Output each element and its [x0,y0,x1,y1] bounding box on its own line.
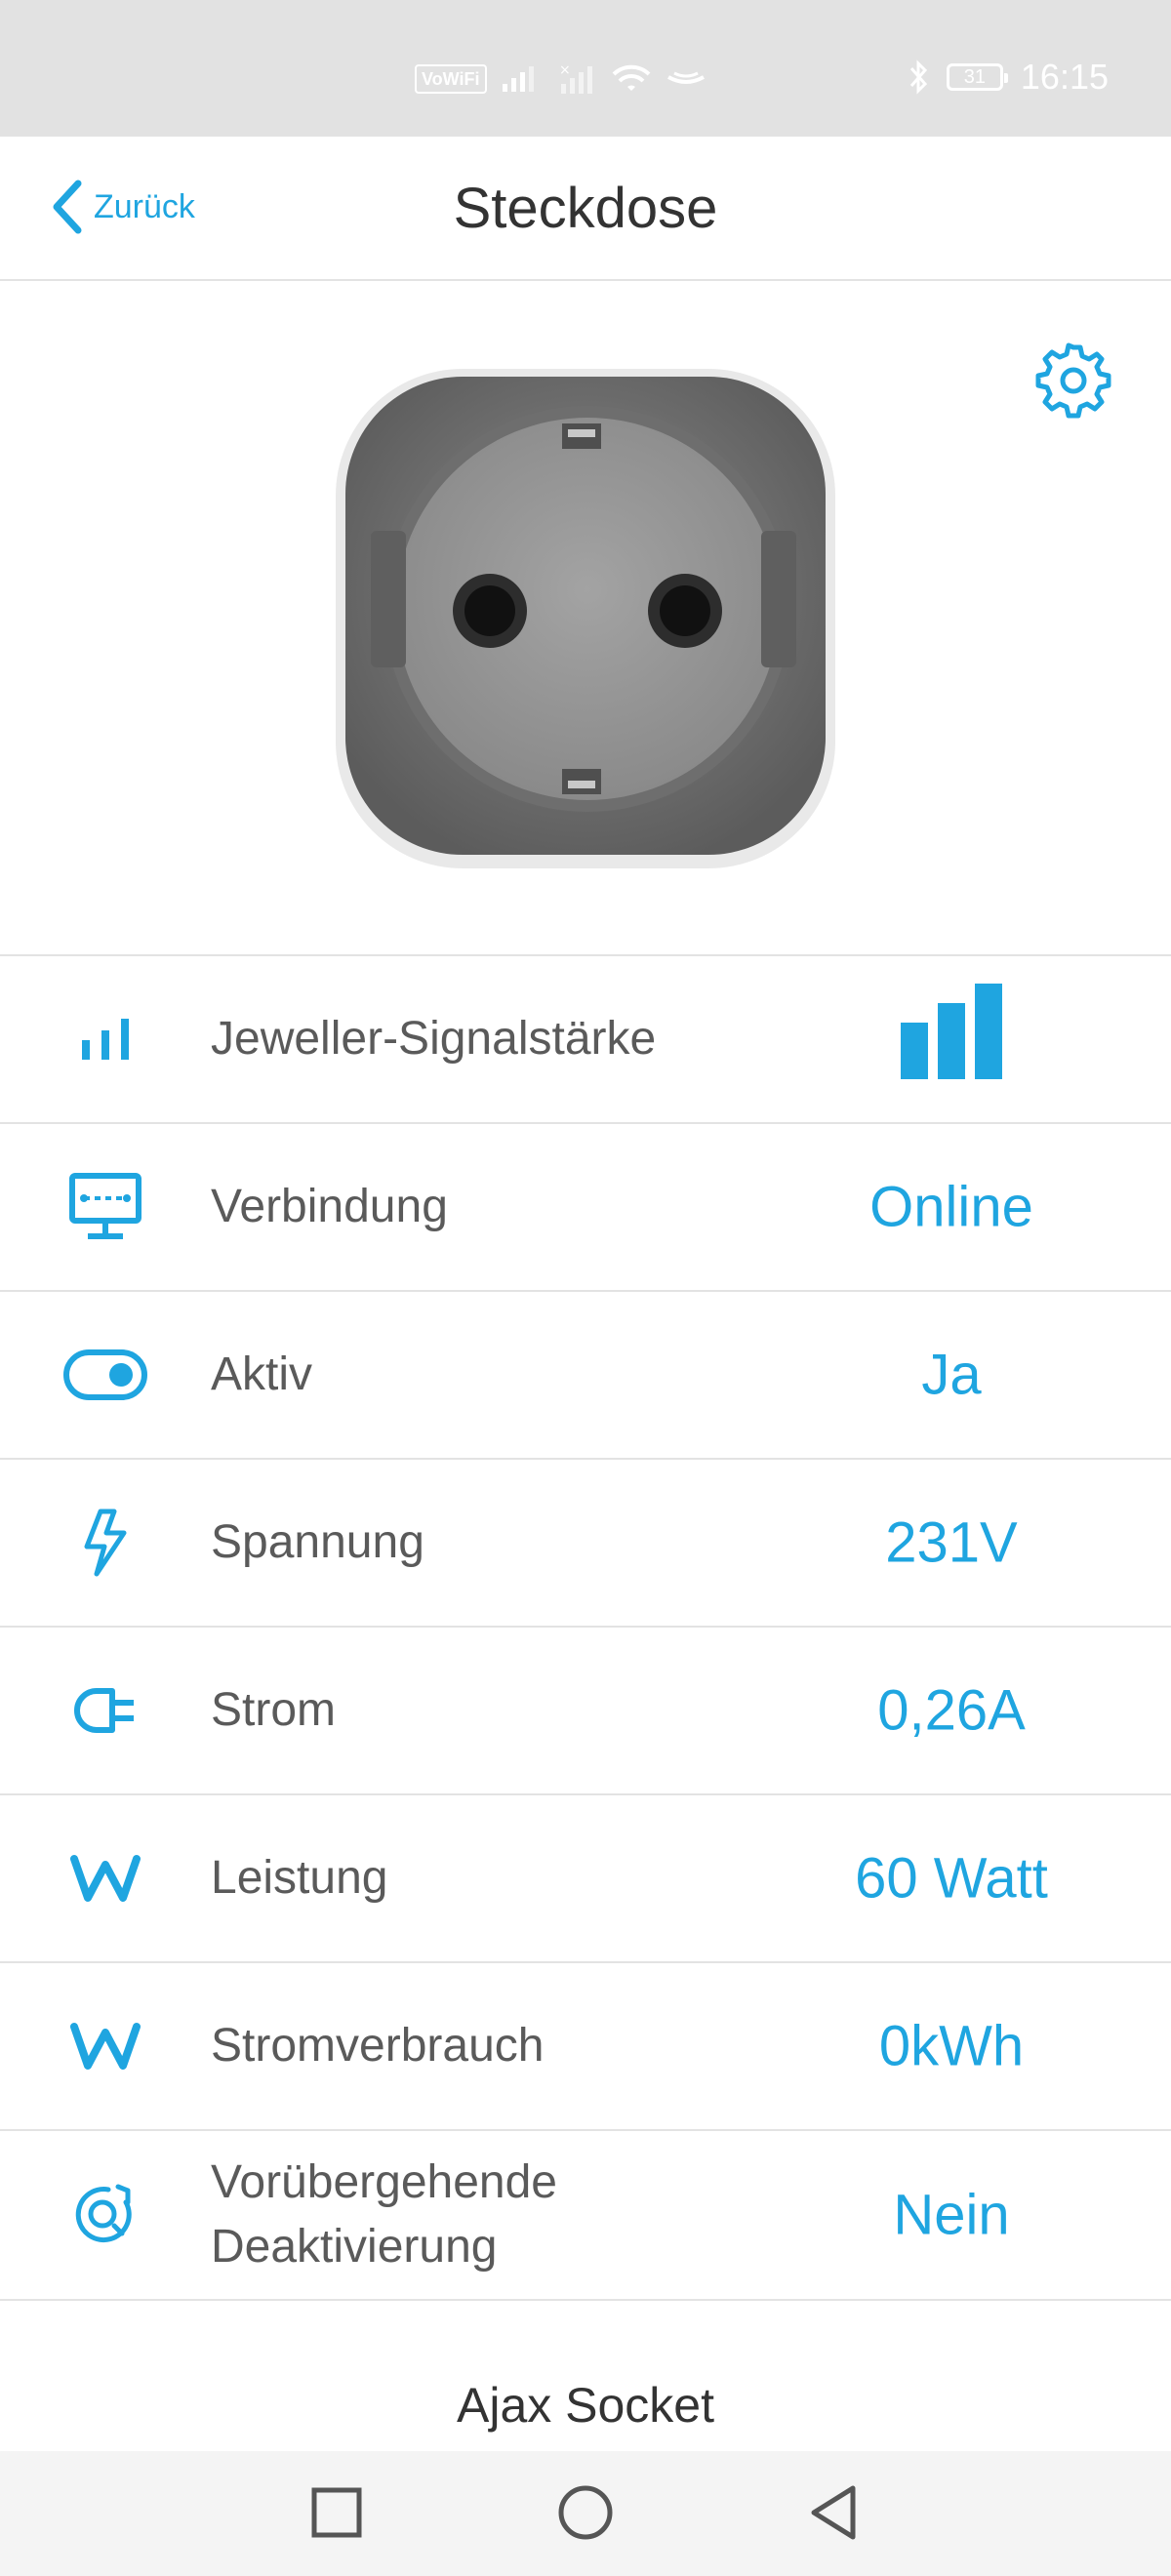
list-item-current[interactable]: Strom 0,26A [0,1626,1171,1793]
toggle-icon [61,1340,150,1410]
row-label-line-2: Deaktivierung [211,2221,498,2273]
system-navigation-bar [0,2451,1171,2576]
row-value: Nein [893,2183,1010,2247]
recent-apps-icon[interactable] [303,2478,371,2547]
battery-icon: 31 [946,63,1008,91]
home-icon[interactable] [551,2478,620,2547]
device-image-area [0,281,1171,954]
row-value: 0kWh [878,2014,1025,2078]
row-value: Ja [921,1343,982,1407]
row-label: Jeweller-Signalstärke [211,1013,657,1065]
page-title: Steckdose [453,177,718,240]
vowifi-badge: VoWiFi [415,64,487,94]
device-properties-list: Jeweller-Signalstärke Verbindung Online [0,954,1171,2301]
list-item-active[interactable]: Aktiv Ja [0,1290,1171,1458]
list-item-connection[interactable]: Verbindung Online [0,1122,1171,1290]
wifi-icon [612,64,650,91]
cell-signal-no-service-icon: × [559,62,592,94]
plug-icon [61,1675,150,1746]
socket-device-image [336,369,835,868]
status-right-icons: 31 16:15 [908,57,1109,98]
cell-signal-icon [502,66,534,92]
row-label: Verbindung [211,1181,448,1232]
row-label: Leistung [211,1852,388,1904]
signal-strength-bars [901,984,1002,1079]
data-saver-icon [666,71,705,84]
row-label: Spannung [211,1516,424,1568]
signal-strength-indicator [732,984,1171,1095]
app-header: Zurück Steckdose [0,137,1171,281]
watt-icon [61,1843,150,1913]
status-left-icons: VoWiFi × [415,62,706,96]
list-item-energy-consumption[interactable]: Stromverbrauch 0kWh [0,1961,1171,2129]
list-item-temporary-deactivation[interactable]: Vorübergehende Deaktivierung Nein [0,2129,1171,2301]
signal-bars-icon [61,1004,150,1074]
row-value: Online [869,1175,1033,1239]
device-model-name: Ajax Socket [456,2378,714,2433]
temporary-deactivation-icon [61,2180,150,2250]
monitor-connection-icon [61,1172,150,1242]
row-label: Vorübergehende Deaktivierung [211,2151,557,2279]
list-item-signal-strength[interactable]: Jeweller-Signalstärke [0,954,1171,1122]
row-label: Strom [211,1684,337,1736]
lightning-icon [61,1508,150,1578]
svg-text:×: × [559,62,571,78]
clock: 16:15 [1020,57,1109,97]
back-triangle-icon[interactable] [800,2478,868,2547]
list-item-power[interactable]: Leistung 60 Watt [0,1793,1171,1961]
row-label: Stromverbrauch [211,2020,545,2072]
gear-icon[interactable] [1034,342,1112,420]
list-item-voltage[interactable]: Spannung 231V [0,1458,1171,1626]
row-label-line-1: Vorübergehende [211,2156,557,2208]
bluetooth-icon [909,60,927,95]
status-bar: VoWiFi × 31 16:15 [0,0,1171,137]
watt-icon [61,2011,150,2081]
battery-level: 31 [963,65,987,88]
row-value: 0,26A [877,1678,1026,1743]
row-value: 60 Watt [855,1846,1048,1911]
row-label: Aktiv [211,1348,313,1400]
row-value: 231V [885,1510,1018,1575]
